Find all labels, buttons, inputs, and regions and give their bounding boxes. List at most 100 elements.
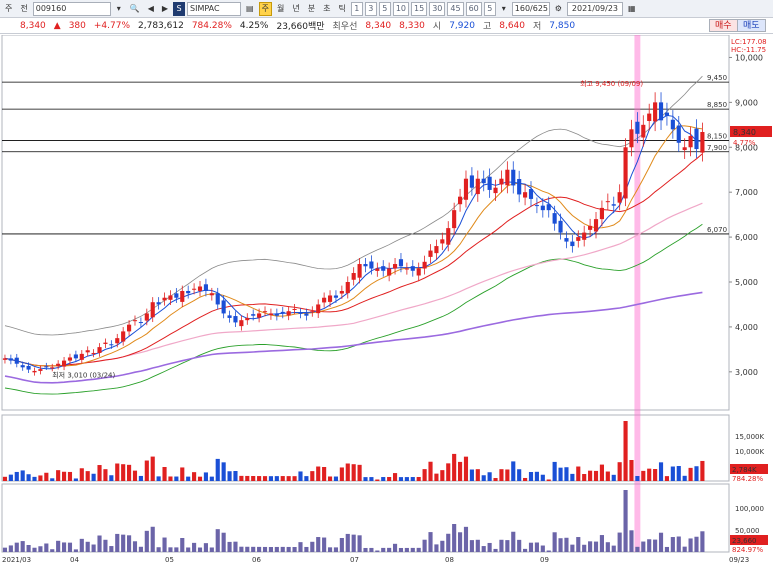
amount-tick-label: 50,000 [735,527,760,535]
toolbar-item-15[interactable]: 틱 [335,2,348,16]
toolbar-item-10[interactable]: 주 [258,1,272,16]
amount-bar [304,546,309,552]
toolbar-item-3[interactable]: ▾ [113,2,125,16]
toolbar-item-14[interactable]: 초 [320,2,333,16]
amount-bar [487,542,492,552]
amount-bar [85,541,90,552]
amount-bar [440,540,445,552]
candle-body [262,311,268,313]
amount-bar [26,545,31,552]
toolbar-item-7[interactable]: S [173,1,186,16]
buy-button[interactable]: 매수 [709,19,738,32]
candle-body [493,187,498,194]
candle-body [280,311,285,314]
toolbar-item-13[interactable]: 분 [305,2,318,16]
volume-bar [298,471,303,481]
volume-bar [363,477,368,481]
high-label: 고 [482,22,492,32]
candle-body [428,250,433,257]
toolbar-item-11[interactable]: 월 [274,2,287,16]
candle-body [599,207,604,220]
candle-body [469,175,474,188]
candle-body [56,363,61,366]
volume-bar [221,462,226,481]
amount-bar [239,546,244,552]
candle-body [682,147,687,151]
candle-body [623,147,628,199]
volume-bar [635,476,640,481]
candle-body [162,297,167,301]
volume-bar [564,467,569,481]
toolbar-item-5[interactable]: ◀ [145,2,157,16]
volume-bar [138,475,143,481]
toolbar-item-18[interactable]: 5 [378,1,391,16]
candle-body [398,259,404,267]
toolbar-item-2[interactable]: 009160 [32,1,111,16]
scale-info: HC:-11.75 [731,46,766,54]
toolbar-item-12[interactable]: 년 [289,2,302,16]
toolbar-item-6[interactable]: ▶ [159,2,171,16]
volume-bar [552,461,557,481]
candle-body [452,210,457,229]
amount-bar [664,546,670,552]
amount-bar [351,534,356,552]
toolbar-item-21[interactable]: 30 [429,1,446,16]
toolbar-item-29[interactable]: ▦ [625,2,639,16]
candle-body [127,324,132,332]
candle-body [221,300,226,314]
volume-bar [387,477,392,481]
candle-body [32,370,37,373]
low-annotation: 최저 3,010 (03/24) [52,370,115,379]
toolbar-item-8[interactable]: SIMPAC [187,1,242,16]
candle-body [641,124,646,138]
candle-body [381,266,386,271]
toolbar-item-4[interactable]: 🔍 [127,2,143,16]
sell-button[interactable]: 매도 [737,19,766,32]
volume-bar [599,464,604,481]
candle-body [186,290,191,294]
candle-body [79,353,84,360]
toolbar-item-26[interactable]: 160/625 [511,1,550,16]
amount-bar [268,547,273,552]
toolbar-item-1[interactable]: 전 [17,2,30,16]
x-tick-label: 2021/03 [2,556,31,563]
toolbar-item-28[interactable]: 2021/09/23 [566,1,623,16]
candle-body [487,176,492,190]
amount-bar [511,531,516,552]
y-tick-label: 4,000 [735,323,758,332]
toolbar-item-24[interactable]: 5 [483,1,496,16]
amount-bar [298,542,303,552]
amount-bar [38,546,43,552]
volume-bar [469,469,474,481]
candle-body [227,315,232,318]
toolbar-item-23[interactable]: 60 [465,1,482,16]
amount-bar [97,535,102,552]
toolbar-item-27[interactable]: ⚙ [552,2,565,16]
toolbar-item-16[interactable]: 1 [350,1,363,16]
amount-bar [215,529,220,552]
toolbar-item-25[interactable]: ▾ [498,2,510,16]
amount-bar [162,537,167,552]
toolbar-item-17[interactable]: 3 [364,1,377,16]
price-chart[interactable]: 3,0004,0005,0006,0007,0008,0009,00010,00… [0,35,773,563]
amount-bar [582,544,587,552]
toolbar-item-22[interactable]: 45 [447,1,464,16]
amount-bar [286,546,291,552]
amount-bar [274,546,279,552]
volume-bar [458,461,463,481]
toolbar-item-20[interactable]: 15 [411,1,428,16]
toolbar-item-9[interactable]: ▤ [243,2,257,16]
toolbar-item-0[interactable]: 주 [2,2,15,16]
volume-bar [339,467,344,481]
volume-bar [647,468,652,481]
volume-bar [375,479,380,481]
current-price-label: 8,340 [733,128,756,137]
volume-bar [115,463,120,481]
toolbar-item-19[interactable]: 10 [392,1,410,16]
amount-bar [192,542,197,552]
amount-bar [605,542,610,552]
amount-bar [446,533,451,552]
quote-bar: 8,340 ▲ 380 +4.77% 2,783,612 784.28% 4.2… [0,18,773,34]
amount-bar [540,545,545,552]
amount-bar [682,546,687,552]
